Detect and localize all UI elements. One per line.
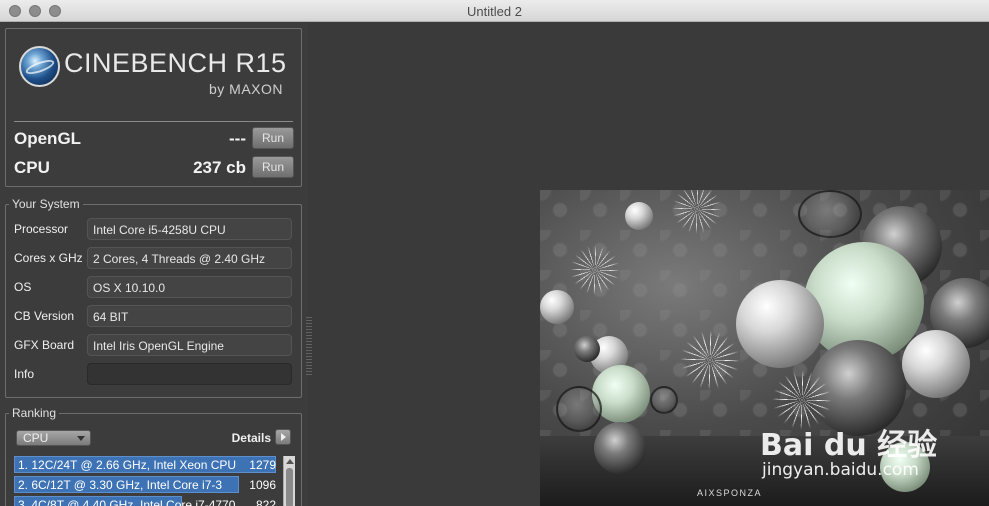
app-brand-sub: by MAXON xyxy=(208,81,283,97)
render-sphere xyxy=(594,422,646,474)
opengl-label: OpenGL xyxy=(14,129,82,148)
ranking-list[interactable]: 1. 12C/24T @ 2.66 GHz, Intel Xeon CPU 127… xyxy=(14,456,282,506)
system-row-info: Info xyxy=(14,363,296,385)
render-starburst xyxy=(680,330,740,390)
aixsponza-logo: AIXSPONZA xyxy=(697,488,763,498)
divider xyxy=(14,121,293,122)
app-brand: CINEBENCH R15 xyxy=(64,48,287,78)
panel-resize-handle[interactable] xyxy=(306,317,312,375)
system-label: OS xyxy=(14,280,32,294)
ranking-box: Ranking CPU Details 1. 12C/24T @ 2.66 GH… xyxy=(5,406,302,506)
render-sphere xyxy=(556,386,602,432)
ranking-item-name: 3. 4C/8T @ 4.40 GHz, Intel Core i7-4770 xyxy=(18,498,236,506)
baidu-watermark-url: jingyan.baidu.com xyxy=(762,460,919,480)
render-starburst xyxy=(570,245,620,295)
scroll-up-icon[interactable] xyxy=(286,459,294,464)
window-title: Untitled 2 xyxy=(467,4,522,19)
render-sphere xyxy=(736,280,824,368)
play-arrow-icon xyxy=(281,433,286,441)
ranking-item-score: 1096 xyxy=(249,478,276,492)
opengl-run-button[interactable]: Run xyxy=(252,127,294,149)
ranking-item-score: 1279 xyxy=(249,458,276,472)
cb-version-field[interactable]: 64 BIT xyxy=(87,305,292,327)
cpu-run-button[interactable]: Run xyxy=(252,156,294,178)
system-label: Info xyxy=(14,367,35,381)
ranking-item-score: 822 xyxy=(255,498,276,506)
system-label: Processor xyxy=(14,222,69,236)
render-viewport: AIXSPONZA Bai du 经验 jingyan.baidu.com xyxy=(540,190,989,506)
details-button[interactable] xyxy=(275,429,291,445)
your-system-box: Your System Processor Intel Core i5-4258… xyxy=(5,197,302,398)
ranking-item[interactable]: 1. 12C/24T @ 2.66 GHz, Intel Xeon CPU 127… xyxy=(14,456,282,475)
processor-field[interactable]: Intel Core i5-4258U CPU xyxy=(87,218,292,240)
info-field[interactable] xyxy=(87,363,292,385)
ranking-type-select[interactable]: CPU xyxy=(16,430,91,446)
ranking-scrollbar[interactable] xyxy=(283,456,295,506)
system-label: GFX Board xyxy=(14,338,75,352)
opengl-score-row: OpenGL --- Run xyxy=(14,127,294,151)
gfx-board-field[interactable]: Intel Iris OpenGL Engine xyxy=(87,334,292,356)
baidu-watermark: Bai du 经验 xyxy=(760,428,938,463)
system-label: CB Version xyxy=(14,309,75,323)
score-box: CINEBENCH R15 by MAXON OpenGL --- Run CP… xyxy=(5,28,302,187)
left-panel: CINEBENCH R15 by MAXON OpenGL --- Run CP… xyxy=(0,23,308,506)
system-row-cores: Cores x GHz 2 Cores, 4 Threads @ 2.40 GH… xyxy=(14,247,296,269)
system-row-processor: Processor Intel Core i5-4258U CPU xyxy=(14,218,296,240)
scrollbar-thumb[interactable] xyxy=(286,468,293,506)
details-label[interactable]: Details xyxy=(232,431,271,445)
cpu-score-row: CPU 237 cb Run xyxy=(14,156,294,180)
cinebench-logo-icon xyxy=(19,46,60,87)
your-system-title: Your System xyxy=(9,197,83,211)
render-sphere xyxy=(902,330,970,398)
render-sphere xyxy=(625,202,653,230)
ranking-item[interactable]: 2. 6C/12T @ 3.30 GHz, Intel Core i7-3 109… xyxy=(14,476,282,495)
chevron-down-icon xyxy=(77,436,85,441)
cores-field[interactable]: 2 Cores, 4 Threads @ 2.40 GHz xyxy=(87,247,292,269)
render-sphere xyxy=(574,336,600,362)
ranking-item[interactable]: 3. 4C/8T @ 4.40 GHz, Intel Core i7-4770 8… xyxy=(14,496,282,506)
opengl-score: --- xyxy=(229,129,246,148)
system-row-gfx: GFX Board Intel Iris OpenGL Engine xyxy=(14,334,296,356)
render-sphere xyxy=(798,190,862,238)
render-sphere xyxy=(540,290,574,324)
system-label: Cores x GHz xyxy=(14,251,83,265)
ranking-item-name: 1. 12C/24T @ 2.66 GHz, Intel Xeon CPU xyxy=(18,458,237,472)
window-titlebar[interactable]: Untitled 2 xyxy=(0,0,989,22)
system-row-cb-version: CB Version 64 BIT xyxy=(14,305,296,327)
ranking-title: Ranking xyxy=(9,406,60,420)
os-field[interactable]: OS X 10.10.0 xyxy=(87,276,292,298)
render-sphere xyxy=(650,386,678,414)
ranking-item-name: 2. 6C/12T @ 3.30 GHz, Intel Core i7-3 xyxy=(18,478,223,492)
ranking-select-value: CPU xyxy=(23,431,49,445)
cpu-label: CPU xyxy=(14,158,50,177)
cpu-score: 237 cb xyxy=(193,158,246,177)
system-row-os: OS OS X 10.10.0 xyxy=(14,276,296,298)
